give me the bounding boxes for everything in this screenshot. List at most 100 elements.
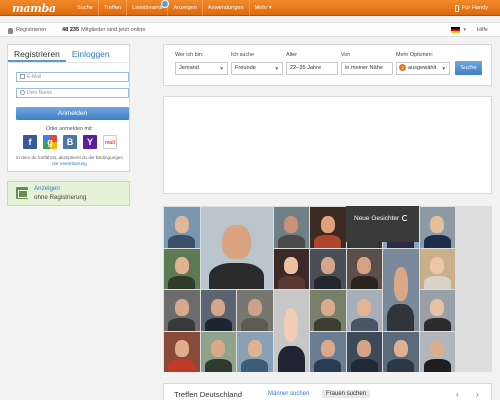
new-faces-tile[interactable]: Neue Gesichter xyxy=(346,206,419,242)
chevron-down-icon: ▼ xyxy=(219,66,224,71)
profile-photo[interactable] xyxy=(346,290,382,331)
profile-photo[interactable] xyxy=(419,248,455,289)
nav-mehr[interactable]: Mehr ▾ xyxy=(248,0,277,16)
body-shape xyxy=(423,317,451,331)
body-shape xyxy=(314,359,342,372)
email-field[interactable]: E-Mail xyxy=(16,72,129,82)
profile-photo[interactable] xyxy=(419,207,455,248)
profile-photo[interactable] xyxy=(383,248,419,331)
label-who-am-i: Wer ich bin: xyxy=(175,52,204,58)
profile-photo[interactable] xyxy=(273,290,309,372)
body-shape xyxy=(350,317,378,331)
next-arrow-icon[interactable]: › xyxy=(476,390,479,399)
body-shape xyxy=(314,234,342,248)
tab-register[interactable]: Registrieren xyxy=(8,45,66,62)
face-shape xyxy=(357,257,372,275)
face-shape xyxy=(174,340,189,358)
profile-photo[interactable] xyxy=(383,331,419,372)
profile-photo[interactable] xyxy=(419,290,455,331)
google-icon[interactable]: g xyxy=(43,135,57,149)
nav-treffen[interactable]: Treffen xyxy=(97,0,126,16)
prev-arrow-icon[interactable]: ‹ xyxy=(456,390,459,399)
ads-promo[interactable]: Anzeigen ohne Registrierung xyxy=(7,181,130,206)
profile-photo[interactable] xyxy=(200,207,273,289)
face-shape xyxy=(174,257,189,275)
body-shape xyxy=(209,262,264,289)
logo[interactable]: mamba xyxy=(12,2,56,15)
more-options-select[interactable]: 2 ausgewählt ▼ xyxy=(396,62,450,75)
vk-icon[interactable]: B xyxy=(63,135,77,149)
german-flag-icon[interactable] xyxy=(451,27,460,33)
user-icon xyxy=(8,27,13,34)
ads-title[interactable]: Anzeigen xyxy=(34,185,60,192)
face-shape xyxy=(393,340,408,358)
terms-link[interactable]: die Vereinbarung xyxy=(52,161,87,166)
refresh-icon xyxy=(402,215,409,222)
photo-grid: Neue Gesichter xyxy=(163,206,492,372)
face-shape xyxy=(284,308,299,343)
body-shape xyxy=(314,276,342,289)
face-shape xyxy=(284,257,299,275)
profile-photo[interactable] xyxy=(200,331,236,372)
mail-icon[interactable]: mail xyxy=(103,135,117,149)
profile-photo[interactable] xyxy=(310,290,346,331)
tab-women[interactable]: Frauen suchen xyxy=(322,390,371,398)
new-faces-label: Neue Gesichter xyxy=(354,215,409,222)
profile-photo[interactable] xyxy=(164,290,200,331)
face-shape xyxy=(393,266,408,301)
face-shape xyxy=(430,298,445,316)
profile-photo[interactable] xyxy=(164,331,200,372)
body-shape xyxy=(168,317,196,331)
face-shape xyxy=(320,298,335,316)
profile-photo[interactable] xyxy=(237,331,273,372)
profile-photo[interactable] xyxy=(273,248,309,289)
profile-photo[interactable] xyxy=(200,290,236,331)
profile-photo[interactable] xyxy=(310,248,346,289)
looking-for-select[interactable]: Freunde ▼ xyxy=(231,62,283,75)
profile-photo[interactable] xyxy=(346,331,382,372)
body-shape xyxy=(277,234,305,248)
nav-anzeigen[interactable]: Anzeigen xyxy=(167,0,201,16)
age-select[interactable]: 22–35 Jahre xyxy=(286,62,338,75)
location-select[interactable]: in meiner Nähe xyxy=(341,62,393,75)
label-more-options: Mehr Optionen: xyxy=(396,52,434,58)
register-link[interactable]: Registrieren xyxy=(8,23,46,38)
profile-photo[interactable] xyxy=(164,248,200,289)
nav-suche[interactable]: Suche xyxy=(72,0,98,16)
profile-photo[interactable] xyxy=(419,331,455,372)
facebook-icon[interactable]: f xyxy=(23,135,37,149)
yahoo-icon[interactable]: Y xyxy=(83,135,97,149)
body-shape xyxy=(277,276,305,289)
social-login-buttons: f g B Y mail xyxy=(23,135,117,149)
language-caret-icon[interactable]: ▾ xyxy=(463,27,466,33)
email-placeholder: E-Mail xyxy=(27,74,42,80)
nav-anwendungen[interactable]: Anwendungen xyxy=(201,0,249,16)
signup-button[interactable]: Anmelden xyxy=(16,107,129,120)
who-am-i-select[interactable]: Jemand ▼ xyxy=(175,62,228,75)
face-shape xyxy=(247,298,262,316)
body-shape xyxy=(204,359,232,372)
profile-photo[interactable] xyxy=(310,207,346,248)
mobile-link[interactable]: Für Handy xyxy=(454,0,488,16)
face-shape xyxy=(174,298,189,316)
nav-livestreams[interactable]: Livestreams xyxy=(126,0,170,16)
meet-bar: Treffen Deutschland Männer suchen Frauen… xyxy=(163,383,492,400)
tab-login[interactable]: Einloggen xyxy=(66,45,116,62)
name-placeholder: Dein Name xyxy=(27,90,53,96)
name-field[interactable]: Dein Name xyxy=(16,88,129,98)
location-value: in meiner Nähe xyxy=(345,65,383,71)
face-shape xyxy=(174,215,189,233)
profile-photo[interactable] xyxy=(346,248,382,289)
phone-icon xyxy=(454,4,459,12)
search-button[interactable]: Suche xyxy=(455,61,482,75)
help-link[interactable]: Hilfe xyxy=(477,23,488,38)
profile-photo[interactable] xyxy=(164,207,200,248)
profile-photo[interactable] xyxy=(273,207,309,248)
face-shape xyxy=(284,215,299,233)
tab-men[interactable]: Männer suchen xyxy=(264,390,313,398)
profile-photo[interactable] xyxy=(237,290,273,331)
body-shape xyxy=(241,359,269,372)
body-shape xyxy=(387,359,415,372)
profile-photo[interactable] xyxy=(310,331,346,372)
body-shape xyxy=(350,359,378,372)
